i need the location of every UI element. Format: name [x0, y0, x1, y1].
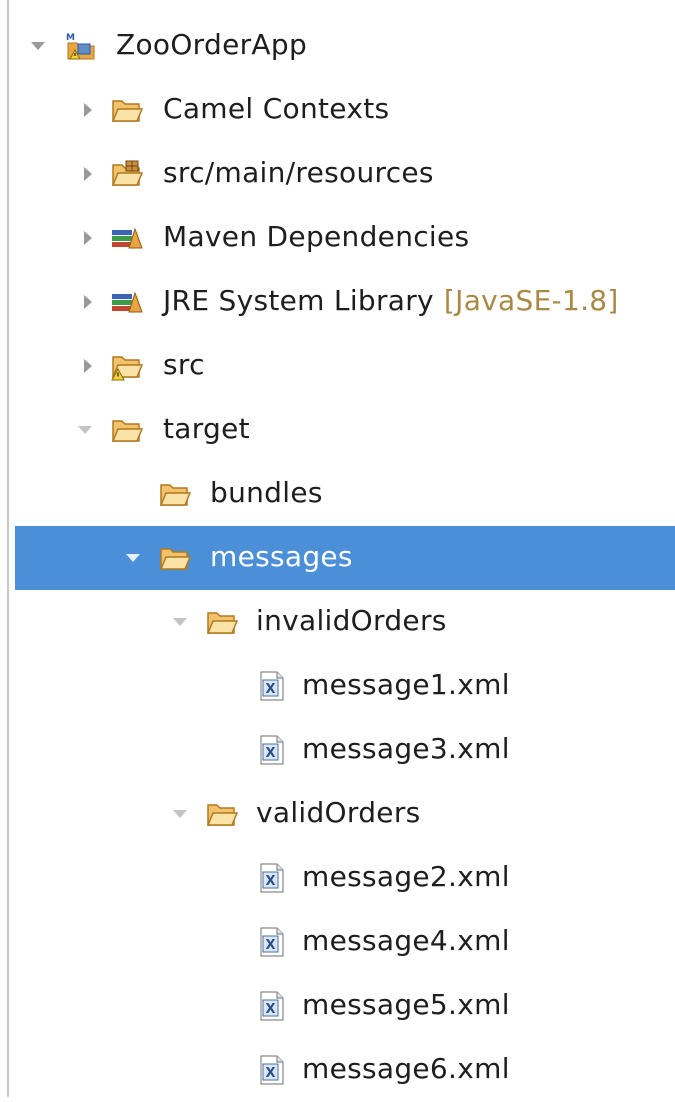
- package-folder-icon: [110, 159, 144, 189]
- tree-item-target[interactable]: target: [0, 398, 675, 462]
- tree-item-label: message5.xml: [302, 988, 510, 1021]
- xml-file-icon: X: [256, 1055, 290, 1085]
- tree-item-label: validOrders: [256, 796, 421, 829]
- svg-text:X: X: [266, 874, 276, 889]
- project-explorer-pane: M ZooOrderApp Camel Contexts src/main/re…: [0, 0, 675, 1097]
- svg-text:M: M: [66, 33, 75, 43]
- xml-file-icon: X: [256, 671, 290, 701]
- tree-item-bundles[interactable]: bundles: [0, 462, 675, 526]
- jre-version-decoration: [JavaSE-1.8]: [443, 284, 619, 317]
- warning-folder-icon: [110, 351, 144, 381]
- tree-item-file[interactable]: X message6.xml: [0, 1038, 675, 1102]
- tree-item-messages[interactable]: messages: [15, 526, 675, 590]
- xml-file-icon: X: [256, 927, 290, 957]
- svg-text:X: X: [266, 746, 276, 761]
- library-icon: [110, 223, 144, 253]
- maven-project-icon: M: [64, 31, 98, 61]
- tree-item-file[interactable]: X message3.xml: [0, 718, 675, 782]
- collapsed-arrow-icon[interactable]: [80, 294, 96, 310]
- expanded-arrow-icon[interactable]: [172, 806, 188, 822]
- xml-file-icon: X: [256, 863, 290, 893]
- tree-item-label: messages: [210, 540, 353, 573]
- tree-item-valid-orders[interactable]: validOrders: [0, 782, 675, 846]
- tree-item-maven-dependencies[interactable]: Maven Dependencies: [0, 206, 675, 270]
- tree-item-invalid-orders[interactable]: invalidOrders: [0, 590, 675, 654]
- tree-item-camel-contexts[interactable]: Camel Contexts: [0, 78, 675, 142]
- tree-item-name: JRE System Library: [163, 284, 434, 317]
- folder-icon: [158, 479, 192, 509]
- tree-item-label: message4.xml: [302, 924, 510, 957]
- library-icon: [110, 287, 144, 317]
- tree-item-src[interactable]: src: [0, 334, 675, 398]
- tree-item-label: message1.xml: [302, 668, 510, 701]
- tree-item-label: Camel Contexts: [163, 92, 390, 125]
- expanded-arrow-icon[interactable]: [30, 38, 46, 54]
- folder-icon: [205, 799, 239, 829]
- tree-item-label: Maven Dependencies: [163, 220, 470, 253]
- tree-item-label: message6.xml: [302, 1052, 510, 1085]
- svg-text:X: X: [266, 1066, 276, 1081]
- collapsed-arrow-icon[interactable]: [80, 230, 96, 246]
- tree-item-label: src: [163, 348, 205, 381]
- tree-item-label: bundles: [210, 476, 323, 509]
- expanded-arrow-icon[interactable]: [125, 550, 141, 566]
- tree-item-label: JRE System Library [JavaSE-1.8]: [163, 284, 619, 318]
- svg-text:X: X: [266, 1002, 276, 1017]
- folder-icon: [158, 543, 192, 573]
- tree-item-zoo-order-app[interactable]: M ZooOrderApp: [0, 14, 675, 78]
- svg-text:X: X: [266, 682, 276, 697]
- collapsed-arrow-icon[interactable]: [80, 166, 96, 182]
- tree-item-src-main-resources[interactable]: src/main/resources: [0, 142, 675, 206]
- tree-item-file[interactable]: X message4.xml: [0, 910, 675, 974]
- tree-item-file[interactable]: X message2.xml: [0, 846, 675, 910]
- svg-text:X: X: [266, 938, 276, 953]
- tree-item-label: ZooOrderApp: [116, 28, 308, 61]
- collapsed-arrow-icon[interactable]: [80, 358, 96, 374]
- tree-item-label: src/main/resources: [163, 156, 434, 189]
- folder-icon: [110, 95, 144, 125]
- xml-file-icon: X: [256, 991, 290, 1021]
- tree-item-file[interactable]: X message5.xml: [0, 974, 675, 1038]
- expanded-arrow-icon[interactable]: [172, 614, 188, 630]
- tree-item-label: message3.xml: [302, 732, 510, 765]
- tree-item-jre-system-library[interactable]: JRE System Library [JavaSE-1.8]: [0, 270, 675, 334]
- tree-item-file[interactable]: X message1.xml: [0, 654, 675, 718]
- collapsed-arrow-icon[interactable]: [80, 102, 96, 118]
- tree-item-label: invalidOrders: [256, 604, 447, 637]
- tree-item-label: target: [163, 412, 250, 445]
- xml-file-icon: X: [256, 735, 290, 765]
- project-tree: M ZooOrderApp Camel Contexts src/main/re…: [0, 14, 675, 1102]
- tree-item-label: message2.xml: [302, 860, 510, 893]
- expanded-arrow-icon[interactable]: [77, 422, 93, 438]
- folder-icon: [205, 607, 239, 637]
- folder-icon: [110, 415, 144, 445]
